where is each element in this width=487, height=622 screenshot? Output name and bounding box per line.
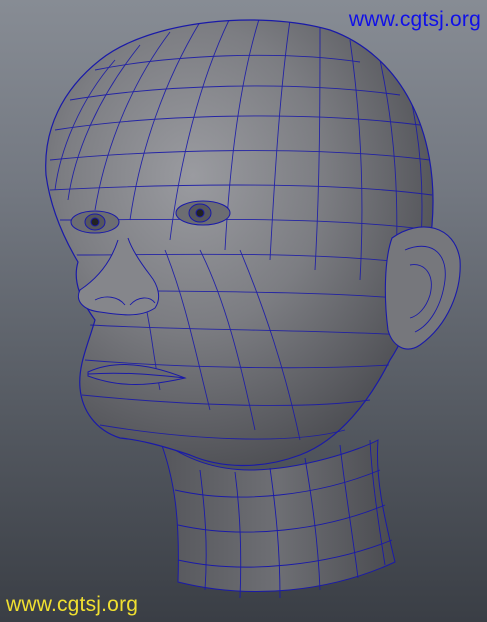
ear [384, 226, 461, 350]
watermark-top: www.cgtsj.org [348, 8, 481, 31]
watermark-bottom: www.cgtsj.org [6, 593, 139, 616]
head-wireframe-icon [45, 19, 461, 599]
neck-surface [158, 438, 396, 592]
left-eye [70, 210, 120, 234]
right-eye [175, 200, 231, 226]
viewport-3d[interactable]: www.cgtsj.org www.cgtsj.org [0, 0, 487, 622]
head-surface [45, 19, 434, 467]
